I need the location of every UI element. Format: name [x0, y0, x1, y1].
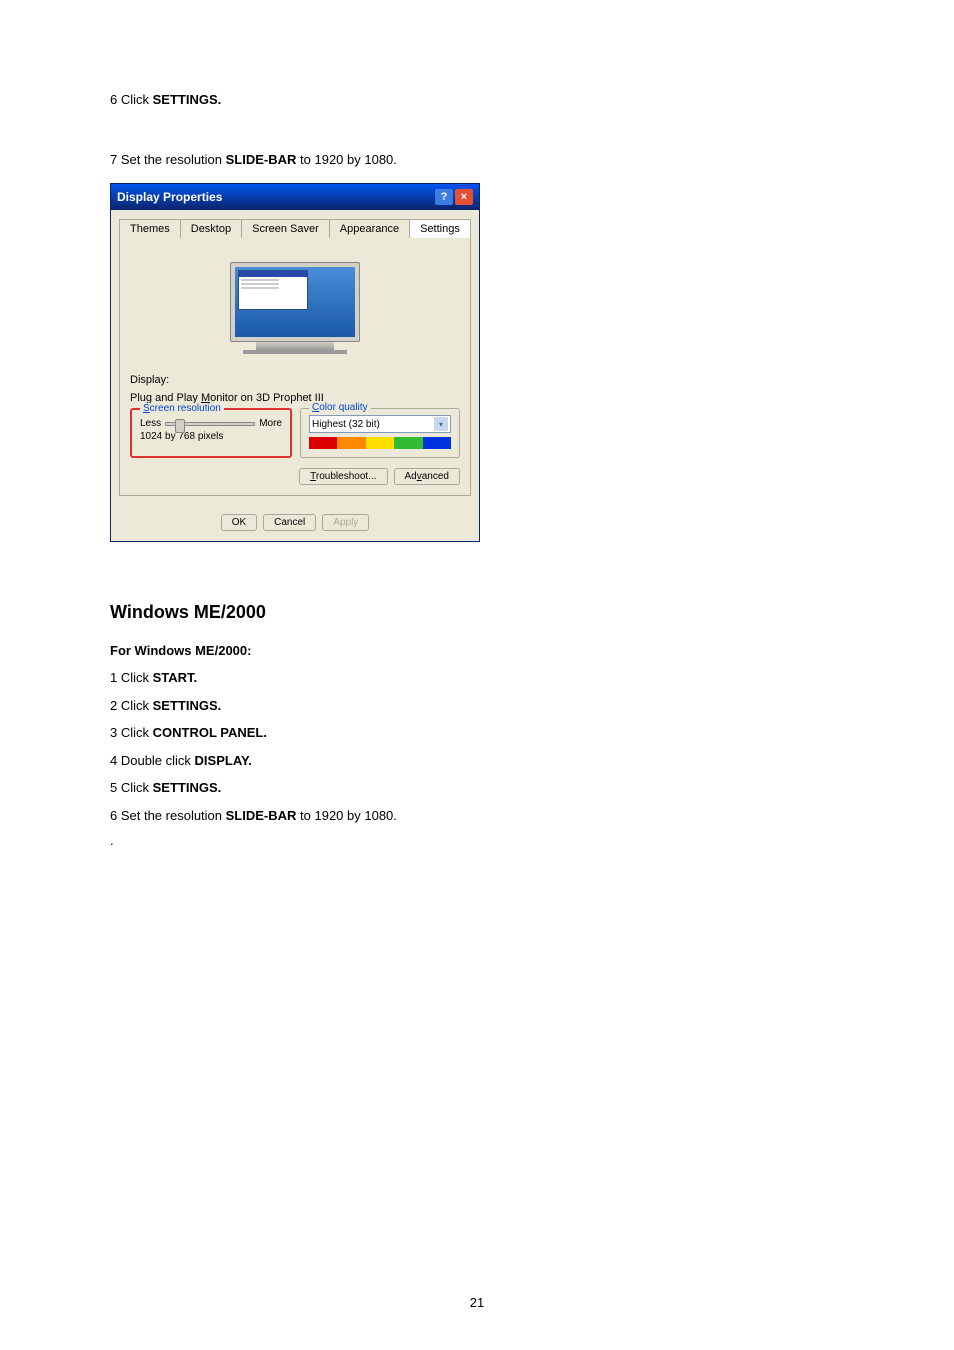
color-quality-select[interactable]: Highest (32 bit) ▾ — [309, 415, 451, 433]
step-6: 6 Click SETTINGS. — [110, 90, 844, 110]
me-step-3: 3 Click CONTROL PANEL. — [110, 723, 844, 743]
tab-themes[interactable]: Themes — [119, 219, 181, 238]
step-6-prefix: 6 Click — [110, 92, 153, 107]
step-6-bold: SETTINGS. — [153, 92, 222, 107]
tab-settings[interactable]: Settings — [409, 219, 471, 238]
tab-appearance[interactable]: Appearance — [329, 219, 410, 238]
slider-thumb[interactable] — [175, 419, 185, 433]
display-properties-dialog: Display Properties ? × Themes Desktop Sc… — [110, 183, 480, 542]
tab-desktop[interactable]: Desktop — [180, 219, 242, 238]
tabs-row: Themes Desktop Screen Saver Appearance S… — [119, 218, 471, 238]
color-quality-bar — [309, 437, 451, 449]
close-button[interactable]: × — [455, 189, 473, 205]
tab-screensaver[interactable]: Screen Saver — [241, 219, 330, 238]
quality-legend: Color quality — [309, 402, 371, 413]
display-label: Display: — [130, 374, 460, 386]
monitor-preview — [130, 248, 460, 368]
resolution-value: 1024 by 768 pixels — [140, 431, 282, 442]
advanced-button[interactable]: Advanced — [394, 468, 460, 485]
ok-button[interactable]: OK — [221, 514, 257, 531]
step-7-suffix: to 1920 by 1080. — [296, 152, 396, 167]
apply-button[interactable]: Apply — [322, 514, 369, 531]
help-button[interactable]: ? — [435, 189, 453, 205]
less-label: Less — [140, 418, 161, 429]
step-7-bold: SLIDE-BAR — [226, 152, 297, 167]
color-quality-fieldset: Color quality Highest (32 bit) ▾ — [300, 408, 460, 458]
cancel-button[interactable]: Cancel — [263, 514, 316, 531]
resolution-slider[interactable] — [165, 422, 255, 426]
dialog-titlebar: Display Properties ? × — [111, 184, 479, 210]
window-buttons: ? × — [435, 189, 473, 205]
for-windows-me-2000: For Windows ME/2000: — [110, 643, 844, 658]
step-7-prefix: 7 Set the resolution — [110, 152, 226, 167]
page-number: 21 — [0, 1295, 954, 1310]
me-step-1: 1 Click START. — [110, 668, 844, 688]
tab-panel-settings: Display: Plug and Play Monitor on 3D Pro… — [119, 238, 471, 496]
me-step-6: 6 Set the resolution SLIDE-BAR to 1920 b… — [110, 806, 844, 826]
display-properties-screenshot: Display Properties ? × Themes Desktop Sc… — [110, 183, 844, 542]
windows-me-2000-heading: Windows ME/2000 — [110, 602, 844, 623]
me-step-2: 2 Click SETTINGS. — [110, 696, 844, 716]
troubleshoot-button[interactable]: Troubleshoot... — [299, 468, 387, 485]
step-7: 7 Set the resolution SLIDE-BAR to 1920 b… — [110, 150, 844, 170]
resolution-legend: Screen resolution — [140, 403, 224, 414]
chevron-down-icon: ▾ — [434, 417, 448, 431]
screen-resolution-fieldset: Screen resolution Less More 1024 by 768 … — [130, 408, 292, 458]
me-step-4: 4 Double click DISPLAY. — [110, 751, 844, 771]
quality-value: Highest (32 bit) — [312, 419, 380, 430]
trailing-dot: . — [110, 833, 844, 848]
me-step-5: 5 Click SETTINGS. — [110, 778, 844, 798]
more-label: More — [259, 418, 282, 429]
dialog-title: Display Properties — [117, 190, 222, 204]
